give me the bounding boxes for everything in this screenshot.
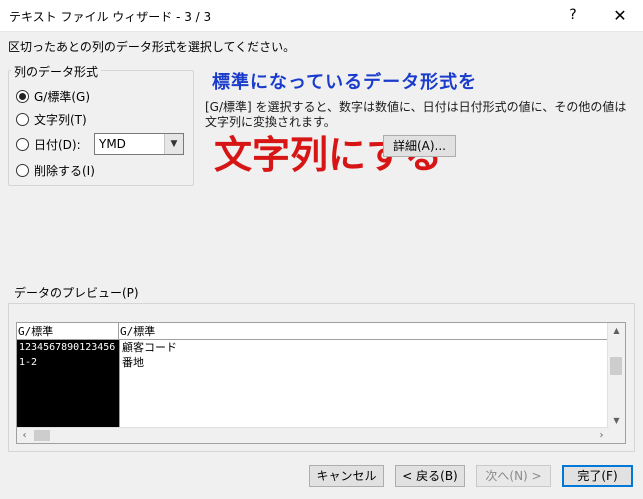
preview-cell: 1234567890123456 xyxy=(19,342,116,353)
radio-checked-icon[interactable] xyxy=(16,89,29,103)
scroll-thumb[interactable] xyxy=(34,430,50,441)
vertical-scrollbar[interactable]: ▲ ▼ xyxy=(607,323,625,428)
radio-date[interactable]: 日付(D): xyxy=(16,135,81,153)
radio-unchecked-icon[interactable] xyxy=(16,137,29,151)
scroll-down-icon[interactable]: ▼ xyxy=(608,413,625,428)
radio-general-label: G/標準(G) xyxy=(34,89,91,104)
help-button[interactable]: ? xyxy=(550,0,596,31)
radio-text[interactable]: 文字列(T) xyxy=(16,110,87,128)
scroll-thumb[interactable] xyxy=(610,357,622,375)
radio-unchecked-icon[interactable] xyxy=(16,112,29,126)
radio-skip[interactable]: 削除する(I) xyxy=(16,161,95,179)
preview-cell: 顧客コード xyxy=(122,341,177,354)
column-format-legend: 列のデータ形式 xyxy=(11,63,102,80)
close-button[interactable]: ✕ xyxy=(597,0,643,31)
radio-date-label: 日付(D): xyxy=(34,137,81,152)
back-button[interactable]: < 戻る(B) xyxy=(395,465,465,487)
column-2[interactable]: 顧客コード 番地 xyxy=(119,340,610,430)
date-format-value: YMD xyxy=(99,137,126,151)
radio-unchecked-icon[interactable] xyxy=(16,163,29,177)
cancel-button[interactable]: キャンセル xyxy=(309,465,384,487)
radio-general[interactable]: G/標準(G) xyxy=(16,87,90,105)
radio-text-label: 文字列(T) xyxy=(34,112,87,127)
finish-button[interactable]: 完了(F) xyxy=(562,465,633,487)
chevron-down-icon[interactable]: ▼ xyxy=(164,134,183,154)
scroll-left-icon[interactable]: ‹ xyxy=(17,428,32,443)
preview-label: データのプレビュー(P) xyxy=(14,286,139,300)
scroll-corner xyxy=(608,428,625,443)
next-button[interactable]: 次へ(N) > xyxy=(476,465,551,487)
data-preview[interactable]: G/標準 G/標準 1234567890123456 1-2 顧客コード 番地 … xyxy=(16,322,626,444)
radio-skip-label: 削除する(I) xyxy=(34,163,95,178)
date-format-select[interactable]: YMD ▼ xyxy=(94,133,184,155)
scroll-right-icon[interactable]: › xyxy=(594,428,609,443)
window-title: テキスト ファイル ウィザード - 3 / 3 xyxy=(9,10,212,24)
scroll-up-icon[interactable]: ▲ xyxy=(608,323,625,338)
advanced-button[interactable]: 詳細(A)... xyxy=(383,135,456,157)
preview-cell: 番地 xyxy=(122,356,144,369)
column-1-selected[interactable]: 1234567890123456 1-2 xyxy=(17,340,119,430)
annotation-blue: 標準になっているデータ形式を xyxy=(212,72,478,93)
description-text: [G/標準] を選択すると、数字は数値に、日付は日付形式の値に、その他の値は文字… xyxy=(205,100,627,129)
column-header-1[interactable]: G/標準 xyxy=(17,323,119,340)
preview-cell: 1-2 xyxy=(19,357,38,368)
column-header-2[interactable]: G/標準 xyxy=(119,323,609,340)
horizontal-scrollbar[interactable]: ‹ › xyxy=(17,427,609,443)
instruction-text: 区切ったあとの列のデータ形式を選択してください。 xyxy=(8,40,296,54)
title-bar: テキスト ファイル ウィザード - 3 / 3 ? ✕ xyxy=(0,0,643,32)
